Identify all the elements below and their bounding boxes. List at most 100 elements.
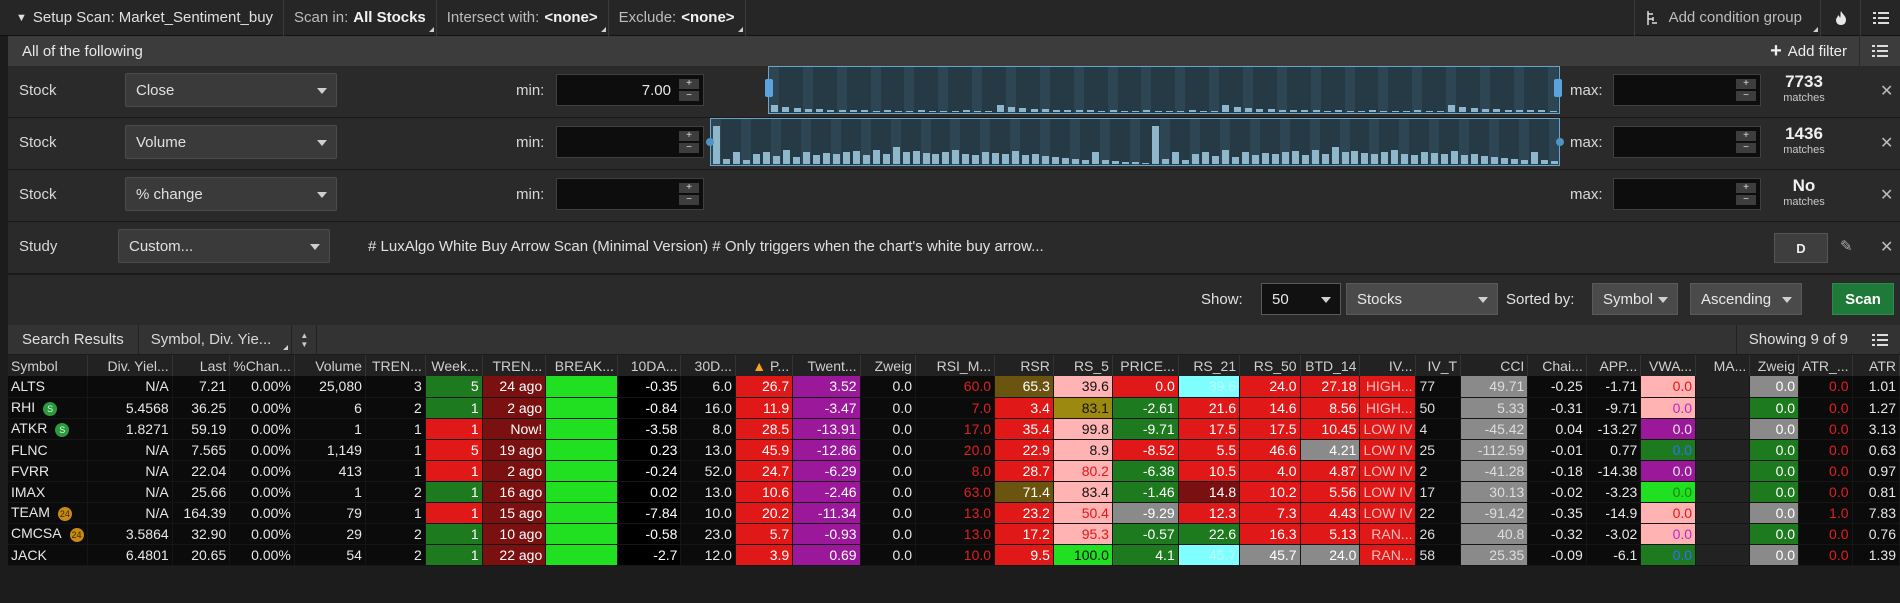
close-distribution-histogram[interactable]: [768, 66, 1560, 114]
range-max-handle[interactable]: [1554, 79, 1562, 97]
column-header[interactable]: Zweig: [860, 355, 916, 376]
column-header[interactable]: Zweig: [1749, 355, 1800, 376]
show-count-select[interactable]: 50: [1261, 283, 1341, 315]
decrement-icon[interactable]: −: [679, 91, 699, 101]
symbol-cell[interactable]: CMCSA 24: [8, 523, 88, 545]
column-header[interactable]: ATR: [1852, 355, 1900, 376]
range-min-handle[interactable]: [706, 138, 714, 146]
sort-arrows-icon[interactable]: ▲ ▼: [291, 325, 318, 354]
max-input[interactable]: + −: [1613, 74, 1761, 106]
sort-order-select[interactable]: Ascending: [1690, 283, 1802, 315]
column-header[interactable]: Chai...: [1527, 355, 1587, 376]
min-input[interactable]: + −: [556, 126, 704, 158]
exclude-selector[interactable]: Exclude: <none>: [609, 0, 746, 36]
range-max-handle[interactable]: [1556, 138, 1564, 146]
increment-icon[interactable]: +: [679, 131, 699, 141]
table-row[interactable]: IMAX N/A 25.66 0.00% 1 2 1 16 ago 0.02 13.0 10.6 -2…: [8, 481, 1900, 503]
table-row[interactable]: JACK 6.4801 20.65 0.00% 54 2 1 22 ago -2.7 12.0 3.…: [8, 544, 1900, 566]
scan-in-selector[interactable]: Scan in: All Stocks: [284, 0, 437, 36]
min-stepper[interactable]: + −: [679, 131, 699, 153]
column-header[interactable]: Volume: [294, 355, 366, 376]
symbol-cell[interactable]: RHI S: [8, 397, 88, 419]
max-stepper[interactable]: + −: [1736, 183, 1756, 205]
column-header[interactable]: RSI_M...: [915, 355, 996, 376]
table-row[interactable]: FLNC N/A 7.565 0.00% 1,149 1 5 19 ago 0.23 13.0 45…: [8, 439, 1900, 461]
increment-icon[interactable]: +: [1736, 183, 1756, 193]
column-header[interactable]: IV...: [1359, 355, 1417, 376]
decrement-icon[interactable]: −: [679, 143, 699, 153]
column-header[interactable]: TREN...: [482, 355, 547, 376]
edit-pencil-icon[interactable]: ✎: [1840, 237, 1853, 255]
column-header[interactable]: ATR_...: [1798, 355, 1853, 376]
volume-distribution-histogram[interactable]: [710, 118, 1560, 166]
min-input[interactable]: 7.00 + −: [556, 74, 704, 106]
menu-button[interactable]: [1860, 0, 1900, 36]
results-type-select[interactable]: Stocks: [1346, 283, 1498, 315]
table-row[interactable]: ATKR S 1.8271 59.19 0.00% 1 1 1 Now! -3.58 8.0 28.5…: [8, 418, 1900, 440]
min-input[interactable]: + −: [556, 178, 704, 210]
min-stepper[interactable]: + −: [679, 183, 699, 205]
add-filter-button[interactable]: + Add filter: [1758, 36, 1860, 66]
increment-icon[interactable]: +: [679, 183, 699, 193]
column-header[interactable]: MA...: [1695, 355, 1751, 376]
max-input[interactable]: + −: [1613, 178, 1761, 210]
decrement-icon[interactable]: −: [1736, 91, 1756, 101]
decrement-icon[interactable]: −: [679, 195, 699, 205]
symbol-cell[interactable]: FVRR: [8, 460, 88, 482]
column-header[interactable]: %Chan...: [229, 355, 295, 376]
hot-button[interactable]: [1820, 0, 1860, 36]
table-row[interactable]: CMCSA 24 3.5864 32.90 0.00% 29 2 1 10 ago -0.58 23…: [8, 523, 1900, 545]
symbol-cell[interactable]: IMAX: [8, 481, 88, 503]
symbol-cell[interactable]: ATKR S: [8, 418, 88, 440]
filter-field-dropdown[interactable]: Close: [125, 73, 337, 107]
study-dropdown[interactable]: Custom...: [118, 229, 330, 263]
setup-scan-toggle[interactable]: ▼ Setup Scan: Market_Sentiment_buy: [0, 0, 285, 36]
column-header[interactable]: Last: [172, 355, 231, 376]
search-results-tab[interactable]: Search Results: [8, 325, 139, 354]
increment-icon[interactable]: +: [679, 79, 699, 89]
column-header[interactable]: RS_21: [1178, 355, 1241, 376]
results-menu-button[interactable]: [1860, 325, 1900, 354]
group-menu-button[interactable]: [1860, 36, 1900, 66]
column-header[interactable]: PRICE...: [1112, 355, 1179, 376]
add-condition-group-button[interactable]: Add condition group: [1633, 0, 1820, 36]
symbol-cell[interactable]: TEAM 24: [8, 502, 88, 524]
column-header[interactable]: CCI: [1460, 355, 1529, 376]
filter-field-dropdown[interactable]: % change: [125, 177, 337, 211]
column-header[interactable]: Div. Yiel...: [87, 355, 173, 376]
max-input[interactable]: + −: [1613, 126, 1761, 158]
table-row[interactable]: TEAM 24 N/A 164.39 0.00% 79 1 1 15 ago -7.84 10.0 2…: [8, 502, 1900, 524]
increment-icon[interactable]: +: [1736, 131, 1756, 141]
increment-icon[interactable]: +: [1736, 79, 1756, 89]
decrement-icon[interactable]: −: [1736, 195, 1756, 205]
column-set-selector[interactable]: Symbol, Div. Yie...: [139, 325, 292, 354]
column-header[interactable]: 10DA...: [617, 355, 682, 376]
column-header[interactable]: BREAK...: [545, 355, 618, 376]
column-header[interactable]: RS_50: [1239, 355, 1301, 376]
decrement-icon[interactable]: −: [1736, 143, 1756, 153]
aggregation-button[interactable]: D: [1774, 233, 1828, 263]
remove-filter-icon[interactable]: ✕: [1880, 237, 1893, 257]
remove-filter-icon[interactable]: ✕: [1880, 133, 1893, 153]
min-stepper[interactable]: + −: [679, 79, 699, 101]
filter-field-dropdown[interactable]: Volume: [125, 125, 337, 159]
range-min-handle[interactable]: [765, 79, 773, 97]
scan-button[interactable]: Scan: [1832, 283, 1894, 315]
table-row[interactable]: RHI S 5.4568 36.25 0.00% 6 2 1 2 ago -0.84 16.0 11.…: [8, 397, 1900, 419]
remove-filter-icon[interactable]: ✕: [1880, 81, 1893, 101]
sort-field-select[interactable]: Symbol: [1592, 283, 1678, 315]
column-header[interactable]: Symbol: [8, 355, 88, 376]
max-stepper[interactable]: + −: [1736, 131, 1756, 153]
intersect-selector[interactable]: Intersect with: <none>: [437, 0, 609, 36]
column-header[interactable]: ▲ P...: [735, 355, 794, 376]
symbol-cell[interactable]: FLNC: [8, 439, 88, 461]
column-header[interactable]: Twent...: [792, 355, 861, 376]
column-header[interactable]: BTD_14: [1300, 355, 1361, 376]
remove-filter-icon[interactable]: ✕: [1880, 185, 1893, 205]
table-row[interactable]: FVRR N/A 22.04 0.00% 413 1 1 2 ago -0.24 52.0 24.7…: [8, 460, 1900, 482]
column-header[interactable]: RSR: [994, 355, 1054, 376]
study-script-preview[interactable]: # LuxAlgo White Buy Arrow Scan (Minimal …: [368, 238, 1044, 255]
max-stepper[interactable]: + −: [1736, 79, 1756, 101]
column-header[interactable]: TREN...: [365, 355, 426, 376]
column-header[interactable]: Week...: [425, 355, 483, 376]
